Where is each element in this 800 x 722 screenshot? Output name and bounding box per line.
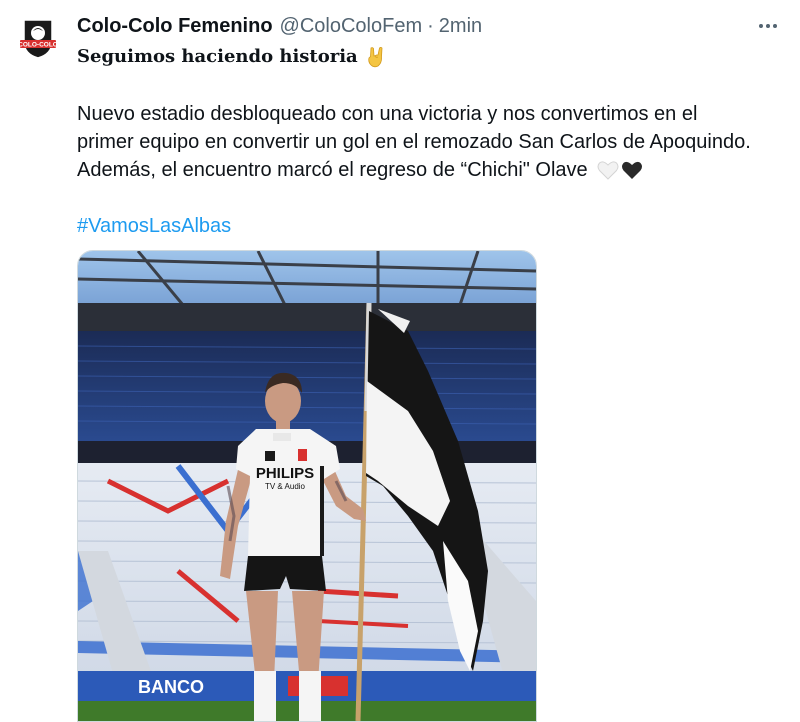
stadium-photo: BANCO PHILIPS TV & Audio	[78, 251, 536, 721]
tweet-body-line: Nuevo estadio desbloqueado con una victo…	[77, 103, 698, 125]
tweet-headline: Seguimos haciendo historia	[77, 46, 358, 67]
white-heart-icon	[597, 161, 619, 180]
tweet-body-line: Además, el encuentro marcó el regreso de…	[77, 159, 588, 181]
colo-colo-logo-icon: COLO-COLO	[18, 19, 58, 59]
tweet-header: Colo-Colo Femenino @ColoColoFem · 2min	[77, 12, 780, 40]
shirt-sponsor: PHILIPS	[256, 465, 314, 482]
black-heart-icon	[622, 161, 643, 179]
rock-hand-emoji-icon	[368, 47, 383, 68]
shirt-sponsor-sub: TV & Audio	[265, 482, 306, 491]
author-name[interactable]: Colo-Colo Femenino	[77, 15, 273, 38]
more-dot-icon	[759, 24, 763, 28]
tweet-text: Seguimos haciendo historia Nuevo estadio…	[77, 42, 787, 240]
more-dot-icon	[773, 24, 777, 28]
more-options-button[interactable]	[754, 14, 782, 38]
board-text: BANCO	[138, 677, 204, 697]
logo-text: COLO-COLO	[18, 42, 58, 49]
separator-dot: ·	[427, 14, 434, 37]
avatar[interactable]: COLO-COLO	[14, 14, 62, 62]
more-dot-icon	[766, 24, 770, 28]
tweet-photo[interactable]: BANCO PHILIPS TV & Audio	[77, 250, 537, 722]
author-handle[interactable]: @ColoColoFem	[280, 15, 423, 38]
tweet-body-line: primer equipo en convertir un gol en el …	[77, 131, 751, 153]
hashtag-link[interactable]: #VamosLasAlbas	[77, 215, 231, 237]
tweet-timestamp[interactable]: 2min	[439, 15, 482, 38]
